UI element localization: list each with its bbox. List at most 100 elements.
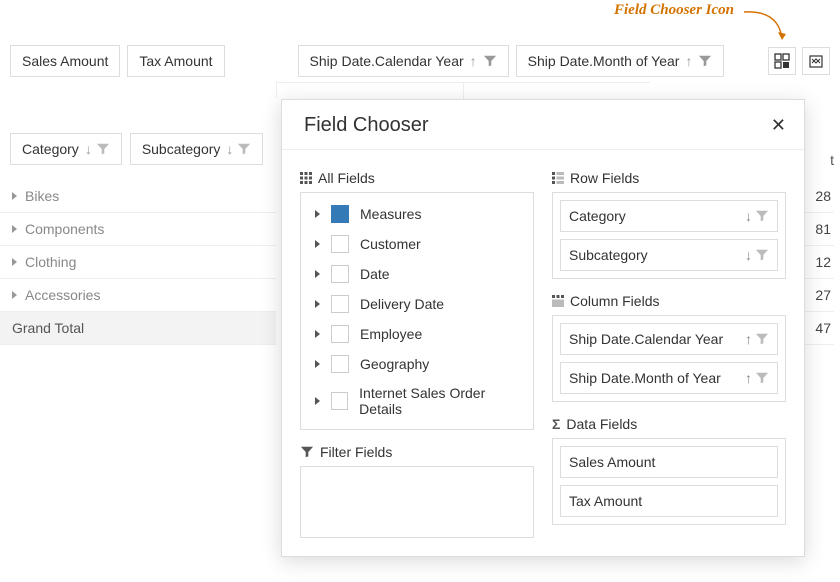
section-label: All Fields — [318, 170, 375, 186]
field-chip[interactable]: Sales Amount — [560, 446, 778, 478]
field-chip[interactable]: Ship Date.Month of Year ↑ — [560, 362, 778, 394]
column-field-chip[interactable]: Ship Date.Calendar Year ↑ — [298, 45, 509, 77]
filter-icon — [755, 332, 769, 346]
checkbox-icon[interactable] — [331, 325, 349, 343]
sort-up-icon: ↑ — [745, 331, 752, 347]
sort-up-icon: ↑ — [470, 53, 477, 69]
row-field-chip[interactable]: Category ↓ — [10, 133, 122, 165]
expand-icon — [315, 210, 320, 218]
row-fields-dropbox[interactable]: Category ↓ Subcategory ↓ — [552, 192, 786, 279]
data-fields-dropbox[interactable]: Sales Amount Tax Amount — [552, 438, 786, 525]
chip-label: Ship Date.Calendar Year — [569, 331, 723, 347]
chip-label: Sales Amount — [569, 454, 655, 470]
expand-icon — [315, 240, 320, 248]
filter-icon — [755, 371, 769, 385]
all-fields-header: All Fields — [300, 170, 534, 186]
pivot-toolbar: Sales Amount Tax Amount Ship Date.Calend… — [10, 45, 830, 77]
tree-label: Customer — [360, 236, 421, 252]
row-label: Bikes — [25, 188, 59, 204]
expand-icon — [12, 258, 17, 266]
export-button[interactable] — [802, 47, 830, 75]
chip-label: Subcategory — [142, 141, 221, 157]
row-field-chip[interactable]: Subcategory ↓ — [130, 133, 264, 165]
tree-item[interactable]: Employee — [301, 319, 533, 349]
chip-label: Category — [22, 141, 79, 157]
data-fields-header: Σ Data Fields — [552, 416, 786, 432]
chip-label: Ship Date.Month of Year — [569, 370, 721, 386]
modal-header: Field Chooser ✕ — [282, 100, 804, 150]
column-fields-header: Column Fields — [552, 293, 786, 309]
field-chooser-modal: Field Chooser ✕ All Fields Measures Cust… — [281, 99, 805, 557]
close-icon[interactable]: ✕ — [771, 115, 786, 136]
tree-item[interactable]: Geography — [301, 349, 533, 379]
tree-label: Measures — [360, 206, 421, 222]
column-header-strip — [276, 82, 650, 98]
sort-up-icon: ↑ — [685, 53, 692, 69]
sort-up-icon: ↑ — [745, 370, 752, 386]
filter-icon — [755, 209, 769, 223]
tree-item[interactable]: Date — [301, 259, 533, 289]
filter-icon — [300, 445, 314, 459]
row-header[interactable]: Components — [0, 213, 276, 246]
data-field-chip[interactable]: Sales Amount — [10, 45, 120, 77]
filter-fields-header: Filter Fields — [300, 444, 534, 460]
grid-icon — [300, 172, 318, 184]
checkbox-icon[interactable] — [331, 235, 349, 253]
sigma-icon: Σ — [552, 416, 560, 432]
chip-label: Ship Date.Calendar Year — [310, 53, 464, 69]
chip-label: Category — [569, 208, 626, 224]
chip-label: Sales Amount — [22, 53, 108, 69]
checkbox-icon[interactable] — [331, 392, 348, 410]
field-chooser-button[interactable] — [768, 47, 796, 75]
grand-total-row: Grand Total — [0, 312, 276, 345]
chip-label: Subcategory — [569, 247, 648, 263]
section-label: Column Fields — [570, 293, 659, 309]
sort-down-icon: ↓ — [745, 247, 752, 263]
expand-icon — [12, 291, 17, 299]
column-fields-dropbox[interactable]: Ship Date.Calendar Year ↑ Ship Date.Mont… — [552, 315, 786, 402]
sort-down-icon: ↓ — [85, 141, 92, 157]
tree-item[interactable]: Measures — [301, 199, 533, 229]
data-field-chip[interactable]: Tax Amount — [127, 45, 224, 77]
expand-icon — [12, 192, 17, 200]
columns-icon — [552, 295, 570, 307]
row-label: Components — [25, 221, 104, 237]
section-label: Filter Fields — [320, 444, 392, 460]
expand-icon — [315, 270, 320, 278]
filter-icon — [237, 142, 251, 156]
field-chip[interactable]: Ship Date.Calendar Year ↑ — [560, 323, 778, 355]
tree-item[interactable]: Customer — [301, 229, 533, 259]
field-chip[interactable]: Tax Amount — [560, 485, 778, 517]
checkbox-icon[interactable] — [331, 295, 349, 313]
chip-label: Tax Amount — [139, 53, 212, 69]
row-header[interactable]: Accessories — [0, 279, 276, 312]
row-headers: Bikes Components Clothing Accessories Gr… — [0, 180, 276, 345]
chip-label: Tax Amount — [569, 493, 642, 509]
expand-icon — [12, 225, 17, 233]
checkbox-icon[interactable] — [331, 265, 349, 283]
chip-label: Ship Date.Month of Year — [528, 53, 680, 69]
row-fields-header: Row Fields — [552, 170, 786, 186]
field-chip[interactable]: Category ↓ — [560, 200, 778, 232]
checkbox-icon[interactable] — [331, 205, 349, 223]
tree-label: Delivery Date — [360, 296, 444, 312]
section-label: Data Fields — [566, 416, 637, 432]
row-header[interactable]: Bikes — [0, 180, 276, 213]
tree-item[interactable]: Delivery Date — [301, 289, 533, 319]
column-field-chip[interactable]: Ship Date.Month of Year ↑ — [516, 45, 725, 77]
tree-label: Employee — [360, 326, 422, 342]
filter-fields-dropbox[interactable] — [300, 466, 534, 538]
checkbox-icon[interactable] — [331, 355, 349, 373]
filter-icon — [96, 142, 110, 156]
expand-icon — [315, 300, 320, 308]
annotation-arrow — [742, 8, 792, 50]
sort-down-icon: ↓ — [226, 141, 233, 157]
filter-icon — [698, 54, 712, 68]
tree-item[interactable]: Internet Sales Order Details — [301, 379, 533, 423]
sort-down-icon: ↓ — [745, 208, 752, 224]
export-icon — [808, 53, 824, 69]
row-header[interactable]: Clothing — [0, 246, 276, 279]
row-label: Accessories — [25, 287, 100, 303]
tree-label: Internet Sales Order Details — [359, 385, 523, 417]
field-chip[interactable]: Subcategory ↓ — [560, 239, 778, 271]
